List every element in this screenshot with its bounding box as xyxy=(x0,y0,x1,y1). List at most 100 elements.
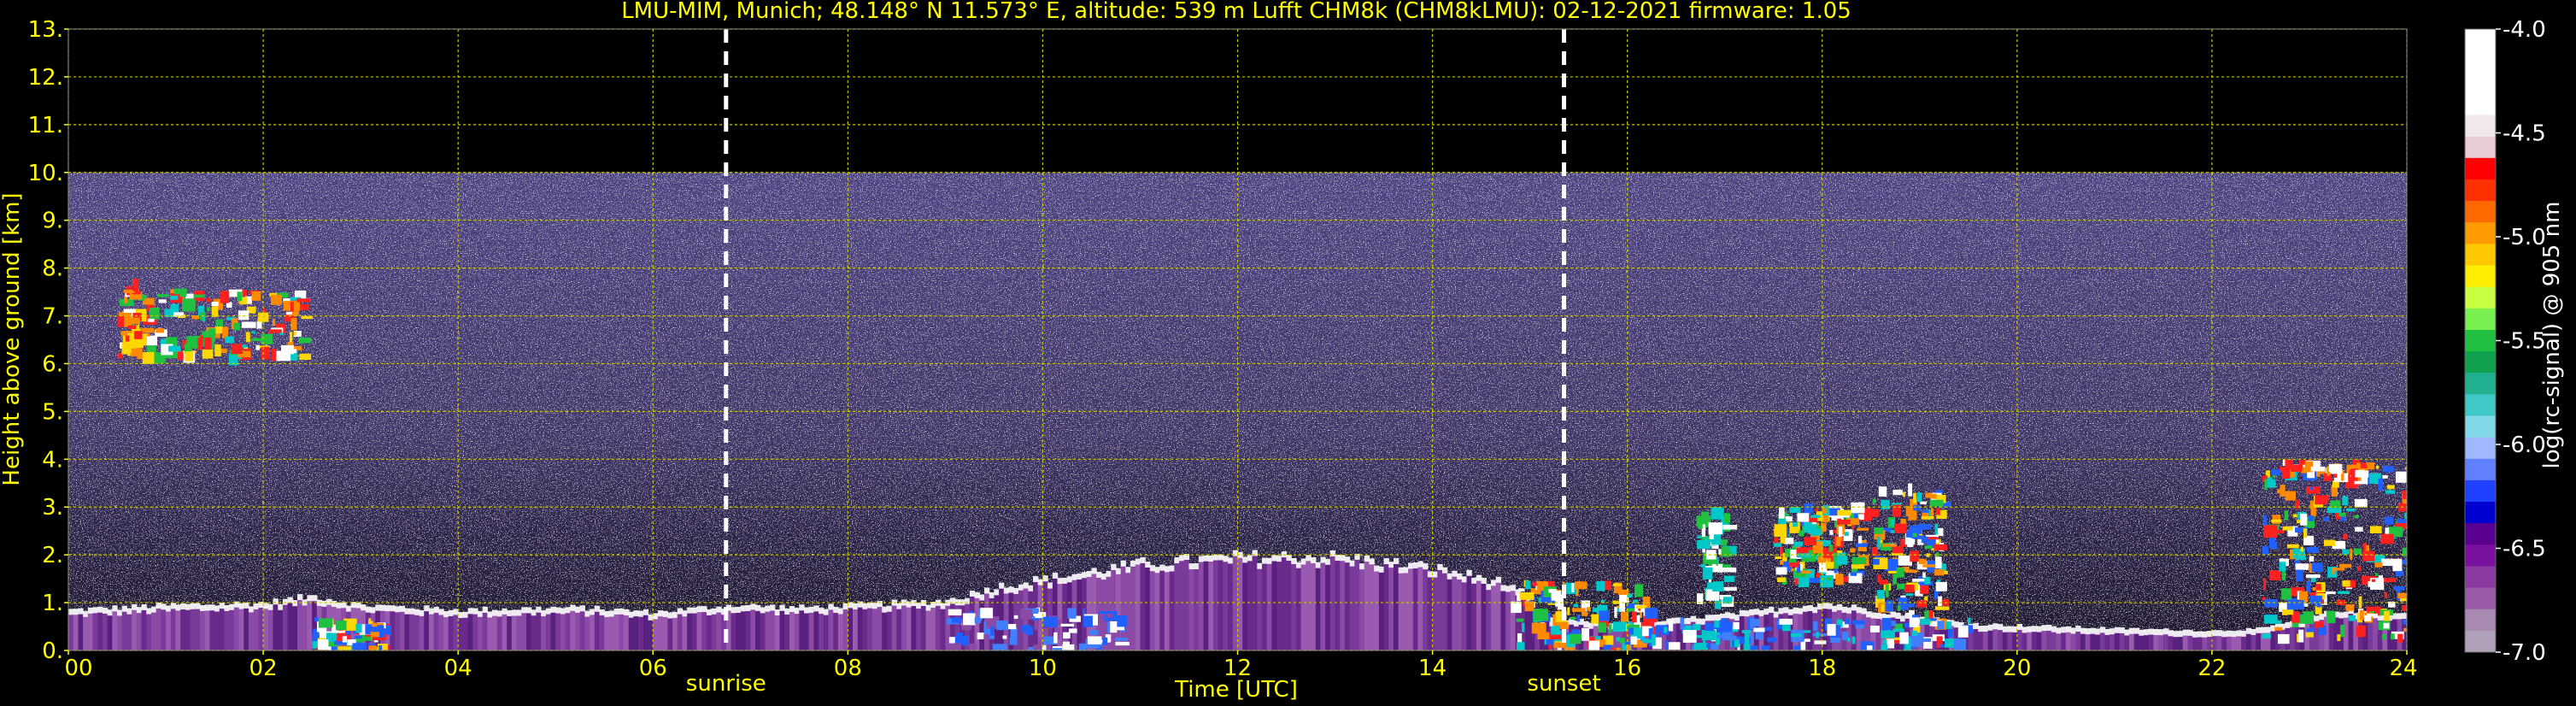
cloud-cell xyxy=(1634,584,1644,597)
cloud-cell xyxy=(1957,626,1969,638)
aerosol-column xyxy=(916,606,922,650)
aerosol-column xyxy=(1992,627,1998,650)
layer-top-echo xyxy=(68,609,74,615)
layer-top-echo xyxy=(1311,557,1317,564)
cloud-cell xyxy=(1881,630,1895,638)
layer-top-echo xyxy=(1987,624,1993,631)
cirrus-cell xyxy=(301,315,313,320)
colorbar-swatch xyxy=(2465,93,2496,116)
layer-top-echo xyxy=(2236,630,2242,637)
layer-top-echo xyxy=(2128,627,2135,634)
aerosol-column xyxy=(102,610,109,650)
cloud-cell xyxy=(1581,627,1590,641)
layer-top-echo xyxy=(541,610,547,617)
cloud-cell xyxy=(1921,516,1934,520)
cloud-cell xyxy=(1793,645,1801,650)
cloud-cell xyxy=(1910,550,1920,562)
aerosol-column xyxy=(643,612,649,650)
layer-top-echo xyxy=(516,609,522,616)
cloud-cell xyxy=(1933,544,1948,550)
cloud-cell xyxy=(1573,603,1579,608)
aerosol-column xyxy=(608,614,615,650)
cirrus-cell xyxy=(132,278,139,291)
aerosol-cell xyxy=(1038,638,1042,645)
layer-top-echo xyxy=(1300,558,1306,565)
aerosol-column xyxy=(584,614,590,650)
aerosol-column xyxy=(1057,581,1063,650)
aerosol-column xyxy=(492,613,498,650)
cloud-cell xyxy=(1934,524,1939,535)
layer-top-echo xyxy=(770,604,776,611)
cloud-cell xyxy=(1693,624,1701,631)
layer-top-echo xyxy=(833,607,839,614)
aerosol-column xyxy=(531,613,537,650)
aerosol-column xyxy=(438,612,444,650)
layer-top-echo xyxy=(399,605,406,612)
cloud-cell xyxy=(1881,499,1890,509)
aerosol-column xyxy=(2007,629,2013,650)
layer-top-echo xyxy=(691,607,698,614)
cloud-cell xyxy=(2395,471,2407,483)
layer-top-echo xyxy=(1807,605,1813,612)
cloud-cell xyxy=(2310,507,2316,517)
aerosol-cell xyxy=(1009,637,1018,645)
aerosol-column xyxy=(409,611,415,650)
cirrus-cell xyxy=(158,299,167,303)
aerosol-cell xyxy=(1089,629,1099,635)
aerosol-column xyxy=(1223,559,1229,650)
cloud-cell xyxy=(1572,608,1586,612)
aerosol-column xyxy=(2095,632,2101,650)
layer-top-echo xyxy=(1408,562,1414,569)
cirrus-cell xyxy=(290,318,297,331)
layer-top-echo xyxy=(502,608,508,615)
aerosol-column xyxy=(794,611,800,650)
aerosol-column xyxy=(2090,631,2096,650)
layer-top-echo xyxy=(619,608,625,615)
aerosol-column xyxy=(716,609,722,650)
x-tick-label: 16 xyxy=(1613,656,1641,681)
aerosol-column xyxy=(570,608,576,650)
cloud-cell xyxy=(1723,586,1737,591)
layer-top-echo xyxy=(414,609,420,615)
aerosol-column xyxy=(579,609,586,650)
cloud-cell xyxy=(2354,498,2368,508)
layer-top-echo xyxy=(536,606,542,613)
layer-top-echo xyxy=(2031,626,2038,632)
layer-top-echo xyxy=(1846,607,1852,614)
layer-top-echo xyxy=(1875,612,1881,619)
layer-top-echo xyxy=(1486,584,1492,591)
aerosol-column xyxy=(404,611,410,650)
layer-top-echo xyxy=(487,611,493,618)
cloud-cell xyxy=(2369,526,2382,533)
layer-top-echo xyxy=(1412,562,1419,569)
aerosol-column xyxy=(1973,626,1979,650)
layer-top-echo xyxy=(765,605,771,612)
layer-top-echo xyxy=(1315,562,1322,568)
aerosol-column xyxy=(2085,632,2091,650)
aerosol-column xyxy=(1500,588,1506,650)
aerosol-cell xyxy=(969,643,977,650)
cloud-cell xyxy=(2342,580,2350,587)
colorbar-swatch xyxy=(2465,286,2496,309)
layer-top-echo xyxy=(214,605,220,612)
cirrus-cell xyxy=(296,298,311,303)
layer-top-echo xyxy=(312,595,318,602)
aerosol-column xyxy=(1851,608,1857,650)
cloud-cell xyxy=(1576,587,1579,597)
cloud-cell xyxy=(2374,573,2379,576)
layer-top-echo xyxy=(1466,569,1472,576)
y-axis-label: Height above ground [km] xyxy=(0,192,25,485)
layer-top-echo xyxy=(2119,627,2125,633)
cloud-cell xyxy=(1517,642,1525,650)
colorbar-swatch xyxy=(2465,329,2496,352)
aerosol-column xyxy=(1446,576,1452,650)
layer-top-echo xyxy=(1179,555,1185,562)
aerosol-column xyxy=(1306,558,1311,650)
aerosol-column xyxy=(672,615,678,650)
cloud-cell xyxy=(1616,637,1621,642)
cirrus-cell xyxy=(214,327,223,334)
layer-top-echo xyxy=(107,609,113,616)
layer-top-echo xyxy=(1188,563,1194,570)
aerosol-column xyxy=(1388,565,1394,650)
cloud-cell xyxy=(2264,479,2268,491)
